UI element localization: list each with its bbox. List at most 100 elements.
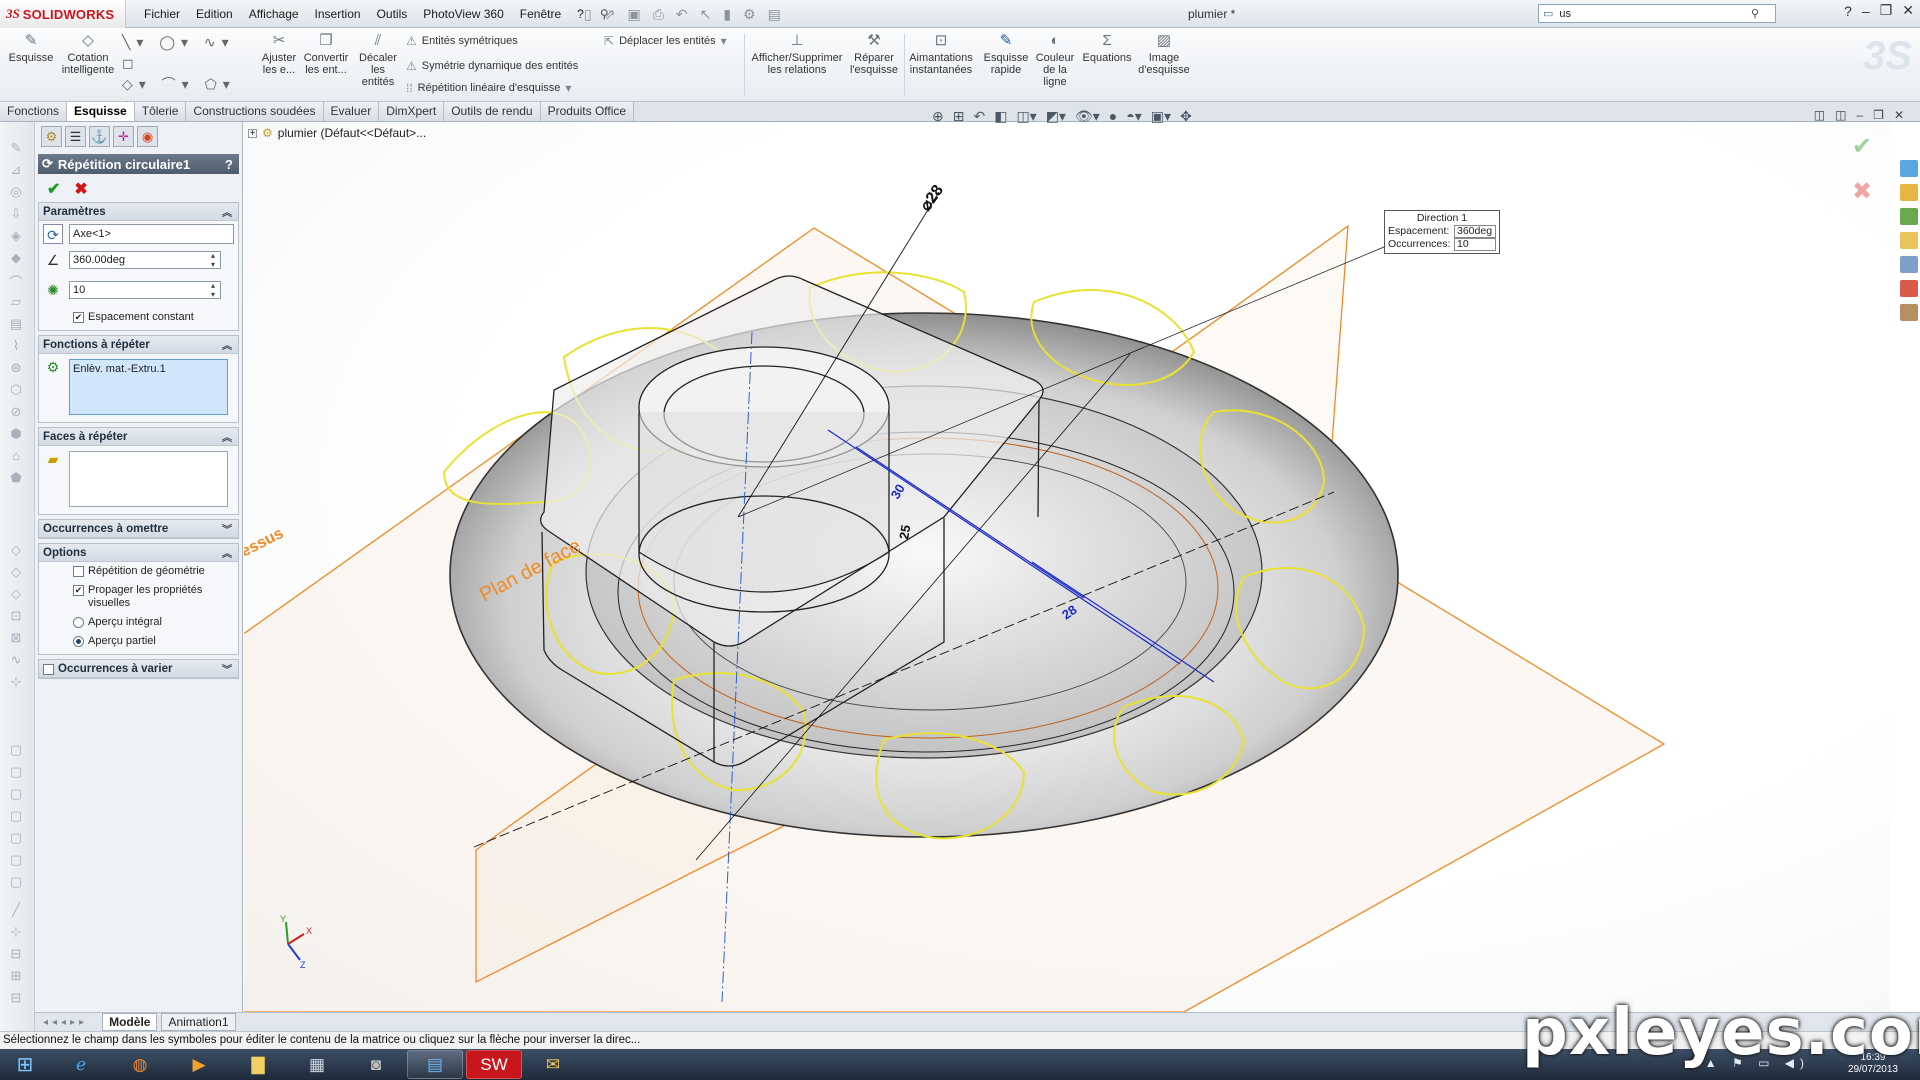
angle-spinner[interactable]: 360.00deg [69, 251, 221, 269]
decaler-button[interactable]: ⫽ Décaler les entités [354, 32, 402, 88]
couleur-ligne-button[interactable]: ◐ Couleur de la ligne [1034, 32, 1076, 88]
new-document-icon[interactable]: ▯ [584, 6, 592, 23]
strip-tool-icon[interactable]: ◇ [6, 564, 26, 580]
zoom-area-icon[interactable]: ⊞ [953, 108, 965, 125]
file-explorer-icon[interactable] [1900, 232, 1918, 249]
tab-animation1[interactable]: Animation1 [161, 1013, 236, 1031]
pattern-callout[interactable]: Direction 1 Espacement: 360deg Occurrence… [1384, 210, 1500, 254]
strip-tool-icon[interactable]: ▢ [6, 786, 26, 802]
entites-symetriques-button[interactable]: ⚠ Entités symétriques [406, 34, 518, 48]
tab-fonctions[interactable]: Fonctions [0, 102, 68, 121]
convertir-button[interactable]: ❐ Convertir les ent... [302, 32, 350, 76]
strip-tool-icon[interactable]: ╱ [6, 902, 26, 918]
cylinder-hole[interactable] [638, 346, 890, 613]
callout-count-field[interactable]: 10 [1454, 238, 1496, 251]
viewport-restore-button[interactable]: ❐ [1873, 108, 1884, 122]
expand-icon[interactable]: ︾ [222, 661, 232, 676]
viewport-minimize-button[interactable]: – [1856, 108, 1863, 122]
ok-button[interactable]: ✔ [47, 179, 60, 198]
aimantations-button[interactable]: ⊡ Aimantations instantanées [908, 32, 974, 76]
split-horizontal-icon[interactable]: ◫ [1814, 108, 1825, 122]
equations-button[interactable]: Σ Equations [1080, 32, 1134, 64]
cotation-button[interactable]: ◇ Cotation intelligente [60, 32, 116, 76]
strip-tool-icon[interactable]: ⊿ [6, 162, 26, 178]
document-app-icon[interactable]: ▤ [407, 1050, 463, 1079]
image-esquisse-button[interactable]: ▨ Image d'esquisse [1136, 32, 1192, 76]
home-icon[interactable] [1900, 184, 1918, 201]
menu-outils[interactable]: Outils [369, 0, 416, 28]
open-icon[interactable]: ⇗ [604, 6, 616, 23]
tab-scroll-arrows-icon[interactable]: ◂◂◂▸▸ [43, 1017, 88, 1028]
file-properties-icon[interactable]: ▤ [768, 6, 781, 23]
strip-tool-icon[interactable]: ▢ [6, 852, 26, 868]
faces-header[interactable]: Faces à répéter ︽ [39, 428, 238, 446]
apercu-integral-radio[interactable]: Aperçu intégral [39, 613, 238, 632]
radio-selected[interactable] [73, 636, 84, 647]
feature-tree-flyout[interactable]: + ⚙ plumier (Défaut<<Défaut>... [248, 126, 426, 140]
expand-icon[interactable]: ︾ [222, 521, 232, 536]
deplacer-entites-button[interactable]: ⇱ Déplacer les entités ▾ [604, 34, 727, 48]
close-button[interactable]: ✕ [1902, 2, 1914, 19]
strip-tool-icon[interactable]: ◈ [6, 228, 26, 244]
viewport-close-button[interactable]: ✕ [1894, 108, 1904, 122]
strip-tool-icon[interactable]: ⊞ [6, 968, 26, 984]
confirm-cancel-icon[interactable]: ✖ [1852, 177, 1872, 206]
reparer-button[interactable]: ⚒ Réparer l'esquisse [848, 32, 900, 76]
menu-affichage[interactable]: Affichage [241, 0, 307, 28]
media-player-icon[interactable]: ▶ [171, 1050, 227, 1079]
options-header[interactable]: Options ︽ [39, 544, 238, 562]
section-view-icon[interactable]: ◧ [994, 108, 1007, 125]
strip-tool-icon[interactable]: ⊹ [6, 924, 26, 940]
cancel-button[interactable]: ✖ [74, 179, 87, 198]
outlook-icon[interactable]: ✉ [525, 1050, 581, 1079]
tree-root-label[interactable]: plumier (Défaut<<Défaut>... [278, 126, 426, 140]
feature-item[interactable]: Enlèv. mat.-Extru.1 [73, 363, 166, 375]
tab-outils-rendu[interactable]: Outils de rendu [444, 102, 541, 121]
menu-fenetre[interactable]: Fenêtre [512, 0, 569, 28]
tab-evaluer[interactable]: Evaluer [323, 102, 380, 121]
strip-tool-icon[interactable]: ∿ [6, 652, 26, 668]
collapse-icon[interactable]: ︽ [222, 545, 232, 560]
graphics-area[interactable]: Plan de face essus ⌀28 30 25 28 Y X Z [244, 122, 1890, 1012]
espacement-constant-checkbox[interactable]: ✔ Espacement constant [39, 303, 238, 330]
start-button[interactable]: ⊞ [0, 1050, 50, 1079]
strip-tool-icon[interactable]: ⊛ [6, 360, 26, 376]
scene-icon[interactable]: ◓▾ [1126, 108, 1141, 125]
design-library-icon[interactable] [1900, 208, 1918, 225]
strip-tool-icon[interactable]: ⌂ [6, 448, 26, 464]
tab-dimxpert[interactable]: DimXpert [379, 102, 445, 121]
options-icon[interactable]: ⚙ [743, 6, 756, 23]
solidworks-logo[interactable]: 3S SOLIDWORKS [0, 0, 126, 28]
menu-insertion[interactable]: Insertion [307, 0, 369, 28]
strip-tool-icon[interactable]: ▢ [6, 808, 26, 824]
restore-button[interactable]: ❐ [1880, 2, 1893, 19]
diameter-dimension[interactable]: ⌀28 [917, 182, 947, 214]
repetition-lineaire-button[interactable]: ⁞⁞ Répétition linéaire d'esquisse ▾ [406, 81, 571, 95]
dimension-25[interactable]: 25 [896, 524, 913, 541]
view-palette-icon[interactable] [1900, 256, 1918, 273]
tab-tolerie[interactable]: Tôlerie [134, 102, 187, 121]
rebuild-icon[interactable]: ▮ [723, 6, 731, 23]
line-circle-spline-icons[interactable]: ╲▾ ◯▾ ∿▾ ◻ [122, 32, 250, 74]
propager-proprietes-checkbox[interactable]: ✔ Propager les propriétés visuelles [39, 581, 238, 613]
faces-listbox[interactable] [69, 451, 228, 507]
strip-tool-icon[interactable]: ▢ [6, 874, 26, 890]
sketch-entities-grid[interactable]: ╲▾ ◯▾ ∿▾ ◻ ◇▾ ⌒▾ ⬠▾ △ ⊖▾ ⊙ ⌐▾ ✳ [122, 32, 250, 134]
tab-constructions-soudees[interactable]: Constructions soudées [186, 102, 324, 121]
strip-tool-icon[interactable]: ◎ [6, 184, 26, 200]
minimize-button[interactable]: – [1862, 3, 1870, 19]
previous-view-icon[interactable]: ↶ [973, 108, 985, 125]
solidworks-taskbar-icon[interactable]: SW [466, 1050, 522, 1079]
camera-icon[interactable]: ◙ [348, 1050, 404, 1079]
calculator-icon[interactable]: ▦ [289, 1050, 345, 1079]
hide-show-icon[interactable]: 👁▾ [1075, 108, 1100, 125]
print-icon[interactable]: ⎙ [653, 6, 664, 23]
apercu-partiel-radio[interactable]: Aperçu partiel [39, 632, 238, 654]
model-view[interactable]: Plan de face essus ⌀28 30 25 28 Y X Z [244, 122, 1890, 1012]
strip-tool-icon[interactable]: ⬢ [6, 426, 26, 442]
symetrie-dynamique-button[interactable]: ⚠ Symétrie dynamique des entités [406, 59, 578, 73]
search-icon[interactable]: ⚲ [1751, 7, 1759, 20]
select-icon[interactable]: ↖ [700, 6, 712, 23]
checkbox-checked[interactable]: ✔ [73, 585, 84, 596]
strip-tool-icon[interactable]: ▱ [6, 294, 26, 310]
